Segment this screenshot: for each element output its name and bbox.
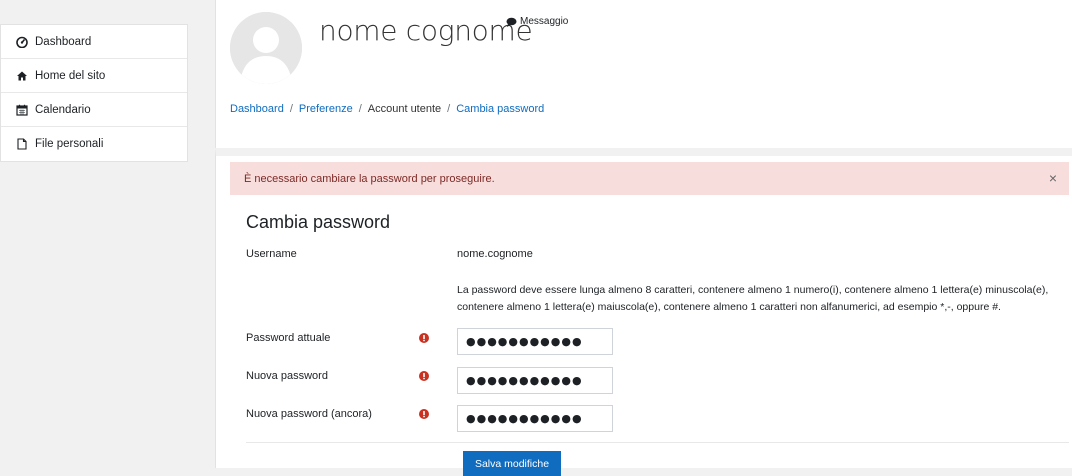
page-header: nome cognome Messaggio Dashboard / Prefere… <box>215 0 1072 148</box>
message-button[interactable]: Messaggio <box>506 16 568 27</box>
sidebar-item-label: Home del sito <box>35 69 106 82</box>
comment-icon <box>506 17 517 27</box>
breadcrumb: Dashboard / Preferenze / Account utente / Camb… <box>230 103 544 115</box>
breadcrumb-preferences[interactable]: Preferenze <box>299 103 353 115</box>
required-icon <box>419 409 429 419</box>
home-icon <box>15 69 29 83</box>
sidebar-item-calendar[interactable]: Calendario <box>1 93 187 127</box>
breadcrumb-separator: / <box>358 103 362 115</box>
close-icon[interactable]: × <box>1049 171 1057 185</box>
breadcrumb-change-password[interactable]: Cambia password <box>456 103 544 115</box>
sidebar: Dashboard Home del sito Calendario File … <box>0 24 188 162</box>
sidebar-item-label: Dashboard <box>35 35 92 48</box>
current-password-label: Password attuale <box>246 332 331 344</box>
username-value: nome.cognome <box>457 248 533 260</box>
user-avatar-icon <box>230 12 302 84</box>
dashboard-icon <box>15 35 29 49</box>
breadcrumb-separator: / <box>289 103 293 115</box>
breadcrumb-dashboard[interactable]: Dashboard <box>230 103 284 115</box>
breadcrumb-separator: / <box>447 103 451 115</box>
sidebar-item-label: Calendario <box>35 103 91 116</box>
current-password-input[interactable] <box>457 328 613 355</box>
file-icon <box>15 137 29 151</box>
new-password-label: Nuova password <box>246 370 328 382</box>
username-label: Username <box>246 248 297 260</box>
new-password-again-input[interactable] <box>457 405 613 432</box>
form-title: Cambia password <box>246 212 391 232</box>
form-divider <box>246 442 1069 443</box>
sidebar-item-home[interactable]: Home del sito <box>1 59 187 93</box>
avatar[interactable] <box>230 12 302 84</box>
new-password-input[interactable] <box>457 367 613 394</box>
breadcrumb-user-account: Account utente <box>367 103 442 115</box>
save-button[interactable]: Salva modifiche <box>463 451 561 476</box>
sidebar-item-label: File personali <box>35 138 104 150</box>
password-policy-text: La password deve essere lunga almeno 8 c… <box>457 284 1049 313</box>
message-label: Messaggio <box>520 16 569 27</box>
main-content: È necessario cambiare la password per pr… <box>215 148 1072 476</box>
alert-banner: È necessario cambiare la password per pr… <box>230 162 1069 195</box>
new-password-again-label: Nuova password (ancora) <box>246 408 372 420</box>
required-icon <box>419 371 429 381</box>
required-icon <box>419 333 429 343</box>
sidebar-item-dashboard[interactable]: Dashboard <box>1 25 187 59</box>
sidebar-item-private-files[interactable]: File personali <box>1 127 187 161</box>
calendar-icon <box>15 103 29 117</box>
page-title: nome cognome <box>319 14 533 47</box>
alert-text: È necessario cambiare la password per pr… <box>244 172 495 185</box>
